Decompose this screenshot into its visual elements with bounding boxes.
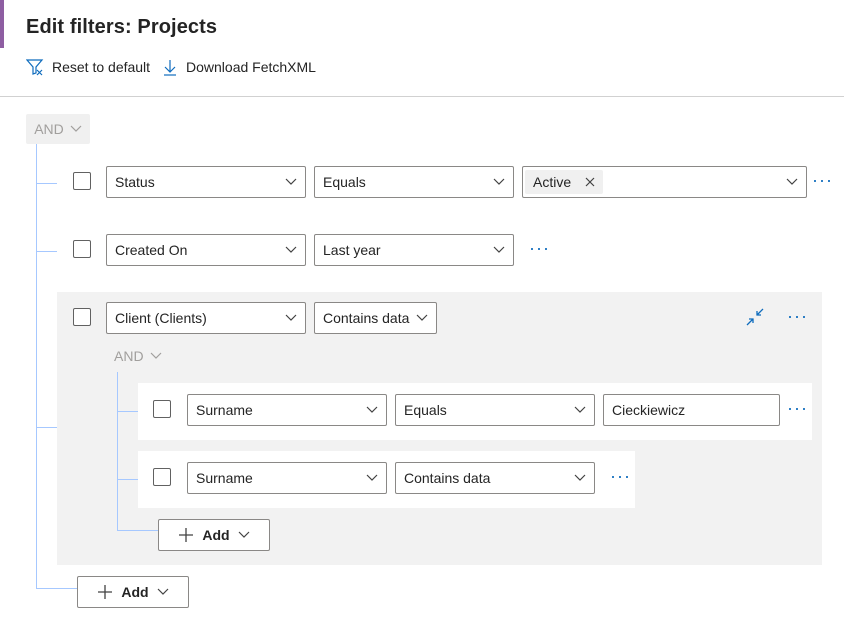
root-operator-label: AND bbox=[34, 121, 64, 137]
field-dropdown[interactable]: Created On bbox=[106, 234, 306, 266]
condition-dropdown[interactable]: Contains data bbox=[395, 462, 595, 494]
field-dropdown-value: Status bbox=[115, 174, 155, 190]
group-add-button[interactable]: Add bbox=[158, 519, 270, 551]
value-text: Cieckiewicz bbox=[612, 402, 686, 418]
filter-reset-icon bbox=[26, 59, 44, 76]
condition-dropdown[interactable]: Equals bbox=[314, 166, 514, 198]
chevron-down-icon bbox=[366, 474, 378, 481]
tree-connector bbox=[117, 479, 138, 480]
chevron-down-icon bbox=[150, 352, 161, 359]
group-condition-dropdown[interactable]: Contains data bbox=[314, 302, 437, 334]
chevron-down-icon bbox=[285, 246, 297, 253]
window-accent-bar bbox=[0, 0, 4, 48]
more-ellipsis-icon[interactable]: ··· bbox=[812, 171, 833, 189]
group-field-value: Client (Clients) bbox=[115, 310, 207, 326]
chevron-down-icon bbox=[786, 178, 798, 185]
condition-dropdown-value: Last year bbox=[323, 242, 381, 258]
root-tree-line bbox=[36, 144, 37, 588]
group-add-label: Add bbox=[202, 527, 230, 543]
row-select-checkbox[interactable] bbox=[153, 400, 171, 418]
header-divider bbox=[0, 96, 844, 97]
chevron-down-icon bbox=[574, 474, 586, 481]
collapse-arrows-icon[interactable] bbox=[745, 307, 765, 327]
tree-connector bbox=[36, 251, 57, 252]
chevron-down-icon bbox=[493, 178, 505, 185]
condition-dropdown-value: Equals bbox=[404, 402, 447, 418]
reset-to-default-button[interactable]: Reset to default bbox=[26, 58, 150, 76]
group-select-checkbox[interactable] bbox=[73, 308, 91, 326]
condition-dropdown[interactable]: Equals bbox=[395, 394, 595, 426]
download-arrow-icon bbox=[164, 60, 176, 76]
chevron-down-icon bbox=[574, 406, 586, 413]
more-ellipsis-icon[interactable]: ··· bbox=[787, 399, 808, 417]
chevron-down-icon bbox=[157, 588, 169, 595]
value-text-input[interactable]: Cieckiewicz bbox=[603, 394, 780, 426]
page-title: Edit filters: Projects bbox=[26, 16, 218, 38]
reset-to-default-label: Reset to default bbox=[52, 59, 151, 75]
download-fetchxml-button[interactable]: Download FetchXML bbox=[162, 58, 316, 76]
chevron-down-icon bbox=[416, 314, 428, 321]
tree-connector bbox=[36, 427, 57, 428]
row-select-checkbox[interactable] bbox=[73, 172, 91, 190]
chevron-down-icon bbox=[70, 125, 82, 132]
condition-dropdown[interactable]: Last year bbox=[314, 234, 514, 266]
group-operator-dropdown[interactable]: AND bbox=[114, 341, 162, 371]
value-tag-label: Active bbox=[533, 174, 572, 190]
field-dropdown-value: Created On bbox=[115, 242, 188, 258]
close-icon[interactable] bbox=[585, 177, 595, 187]
plus-icon bbox=[179, 528, 194, 542]
plus-icon bbox=[98, 585, 113, 599]
root-add-button[interactable]: Add bbox=[77, 576, 189, 608]
root-add-label: Add bbox=[121, 584, 149, 600]
more-ellipsis-icon[interactable]: ··· bbox=[529, 239, 550, 257]
tree-connector bbox=[117, 530, 158, 531]
group-tree-line bbox=[117, 372, 118, 530]
chevron-down-icon bbox=[366, 406, 378, 413]
row-select-checkbox[interactable] bbox=[153, 468, 171, 486]
value-picker[interactable]: Active bbox=[522, 166, 807, 198]
field-dropdown-value: Surname bbox=[196, 402, 253, 418]
row-select-checkbox[interactable] bbox=[73, 240, 91, 258]
chevron-down-icon bbox=[238, 531, 250, 538]
group-operator-label: AND bbox=[114, 348, 144, 364]
tree-connector bbox=[36, 588, 77, 589]
field-dropdown-value: Surname bbox=[196, 470, 253, 486]
more-ellipsis-icon[interactable]: ··· bbox=[787, 307, 808, 325]
group-condition-value: Contains data bbox=[323, 310, 410, 326]
chevron-down-icon bbox=[493, 246, 505, 253]
field-dropdown[interactable]: Surname bbox=[187, 462, 387, 494]
field-dropdown[interactable]: Surname bbox=[187, 394, 387, 426]
more-ellipsis-icon[interactable]: ··· bbox=[610, 467, 631, 485]
value-tag: Active bbox=[525, 170, 604, 194]
chevron-down-icon bbox=[285, 178, 297, 185]
download-fetchxml-label: Download FetchXML bbox=[186, 59, 316, 75]
root-operator-dropdown[interactable]: AND bbox=[26, 114, 90, 144]
field-dropdown[interactable]: Status bbox=[106, 166, 306, 198]
group-field-dropdown[interactable]: Client (Clients) bbox=[106, 302, 306, 334]
chevron-down-icon bbox=[285, 314, 297, 321]
condition-dropdown-value: Contains data bbox=[404, 470, 491, 486]
tree-connector bbox=[36, 183, 57, 184]
condition-dropdown-value: Equals bbox=[323, 174, 366, 190]
tree-connector bbox=[117, 411, 138, 412]
